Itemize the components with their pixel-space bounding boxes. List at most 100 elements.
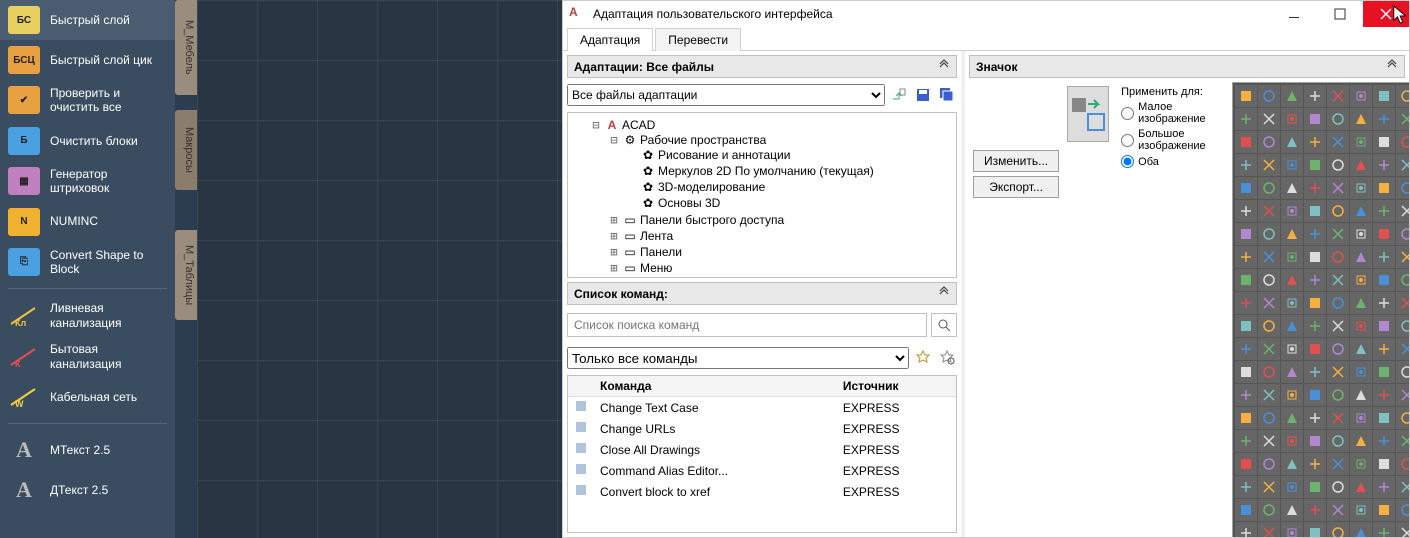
icon-cell[interactable] (1396, 361, 1409, 383)
icon-cell[interactable] (1258, 131, 1280, 153)
icon-cell[interactable] (1235, 85, 1257, 107)
icon-cell[interactable] (1258, 522, 1280, 537)
icon-cell[interactable] (1373, 476, 1395, 498)
icon-cell[interactable] (1396, 384, 1409, 406)
icon-cell[interactable] (1281, 131, 1303, 153)
icon-cell[interactable] (1258, 384, 1280, 406)
icon-cell[interactable] (1396, 154, 1409, 176)
col-command[interactable]: Команда (594, 376, 837, 397)
icon-cell[interactable] (1396, 131, 1409, 153)
icon-cell[interactable] (1327, 338, 1349, 360)
icon-cell[interactable] (1350, 453, 1372, 475)
icon-cell[interactable] (1396, 85, 1409, 107)
icon-cell[interactable] (1281, 177, 1303, 199)
search-button[interactable] (931, 313, 957, 337)
tool-item[interactable]: АДТекст 2.5 (0, 470, 175, 510)
icon-cell[interactable] (1304, 292, 1326, 314)
icon-cell[interactable] (1396, 108, 1409, 130)
palette-tab-macros[interactable]: Макросы (175, 110, 197, 190)
tree-node[interactable]: Рисование и аннотации (658, 148, 790, 162)
tree-node[interactable]: Быстрые свойства (640, 277, 743, 278)
cui-tree[interactable]: ⊟AACAD⊟⚙Рабочие пространства✿Рисование и… (567, 112, 957, 278)
find-command-icon[interactable] (939, 349, 957, 367)
icon-cell[interactable] (1304, 223, 1326, 245)
icon-cell[interactable] (1350, 430, 1372, 452)
icon-cell[interactable] (1327, 430, 1349, 452)
icon-cell[interactable] (1373, 453, 1395, 475)
icon-cell[interactable] (1350, 407, 1372, 429)
tab-translate[interactable]: Перевести (655, 28, 741, 51)
icon-cell[interactable] (1373, 522, 1395, 537)
icon-cell[interactable] (1396, 338, 1409, 360)
icon-cell[interactable] (1373, 499, 1395, 521)
icon-cell[interactable] (1304, 131, 1326, 153)
icon-cell[interactable] (1281, 154, 1303, 176)
icon-cell[interactable] (1235, 315, 1257, 337)
icon-cell[interactable] (1304, 200, 1326, 222)
icon-cell[interactable] (1373, 430, 1395, 452)
command-row[interactable]: Change Text CaseEXPRESS (568, 397, 956, 419)
icon-cell[interactable] (1327, 269, 1349, 291)
icon-cell[interactable] (1327, 384, 1349, 406)
icon-cell[interactable] (1258, 108, 1280, 130)
command-row[interactable]: Close All DrawingsEXPRESS (568, 439, 956, 460)
icon-cell[interactable] (1258, 407, 1280, 429)
tool-item[interactable]: КБытовая канализация (0, 336, 175, 377)
icon-cell[interactable] (1373, 223, 1395, 245)
icon-cell[interactable] (1350, 85, 1372, 107)
icon-cell[interactable] (1258, 85, 1280, 107)
icon-cell[interactable] (1396, 522, 1409, 537)
icon-cell[interactable] (1350, 223, 1372, 245)
tree-node[interactable]: Основы 3D (658, 196, 720, 210)
tool-item[interactable]: БСБыстрый слой (0, 0, 175, 40)
tab-adapt[interactable]: Адаптация (567, 28, 653, 51)
icon-cell[interactable] (1235, 177, 1257, 199)
icon-cell[interactable] (1373, 131, 1395, 153)
icon-cell[interactable] (1373, 108, 1395, 130)
icon-cell[interactable] (1281, 522, 1303, 537)
icon-cell[interactable] (1396, 430, 1409, 452)
icon-cell[interactable] (1350, 361, 1372, 383)
icon-cell[interactable] (1350, 522, 1372, 537)
palette-tab-furniture[interactable]: М_Мебель (175, 0, 197, 95)
icon-cell[interactable] (1235, 223, 1257, 245)
tool-item[interactable]: АМТекст 2.5 (0, 430, 175, 470)
icon-cell[interactable] (1281, 108, 1303, 130)
radio-both[interactable]: Оба (1121, 155, 1220, 168)
icon-cell[interactable] (1396, 453, 1409, 475)
icon-cell[interactable] (1281, 338, 1303, 360)
icon-cell[interactable] (1327, 361, 1349, 383)
icon-cell[interactable] (1304, 384, 1326, 406)
icon-cell[interactable] (1327, 177, 1349, 199)
collapse-icon[interactable] (938, 286, 950, 301)
icon-cell[interactable] (1235, 269, 1257, 291)
save-cui-icon[interactable] (913, 85, 933, 105)
icon-cell[interactable] (1281, 384, 1303, 406)
icon-cell[interactable] (1373, 384, 1395, 406)
icon-cell[interactable] (1304, 315, 1326, 337)
icon-cell[interactable] (1235, 108, 1257, 130)
icon-cell[interactable] (1281, 315, 1303, 337)
icon-cell[interactable] (1304, 407, 1326, 429)
icon-cell[interactable] (1258, 154, 1280, 176)
col-source[interactable]: Источник (837, 376, 956, 397)
icon-cell[interactable] (1281, 499, 1303, 521)
icon-cell[interactable] (1235, 200, 1257, 222)
tool-item[interactable]: БСЦБыстрый слой цик (0, 40, 175, 80)
tool-item[interactable]: КлЛивневая канализация (0, 295, 175, 336)
tree-node[interactable]: Меню (640, 261, 672, 275)
icon-cell[interactable] (1327, 223, 1349, 245)
icon-cell[interactable] (1235, 292, 1257, 314)
tree-node[interactable]: ACAD (622, 118, 655, 132)
icon-cell[interactable] (1373, 85, 1395, 107)
icon-cell[interactable] (1327, 315, 1349, 337)
icon-cell[interactable] (1396, 315, 1409, 337)
icon-cell[interactable] (1304, 499, 1326, 521)
icon-cell[interactable] (1304, 177, 1326, 199)
icon-cell[interactable] (1396, 476, 1409, 498)
tool-item[interactable]: NNUMINC (0, 202, 175, 242)
icon-cell[interactable] (1258, 315, 1280, 337)
tool-item[interactable]: ▦Генератор штриховок (0, 161, 175, 202)
icon-cell[interactable] (1281, 292, 1303, 314)
icon-cell[interactable] (1350, 246, 1372, 268)
